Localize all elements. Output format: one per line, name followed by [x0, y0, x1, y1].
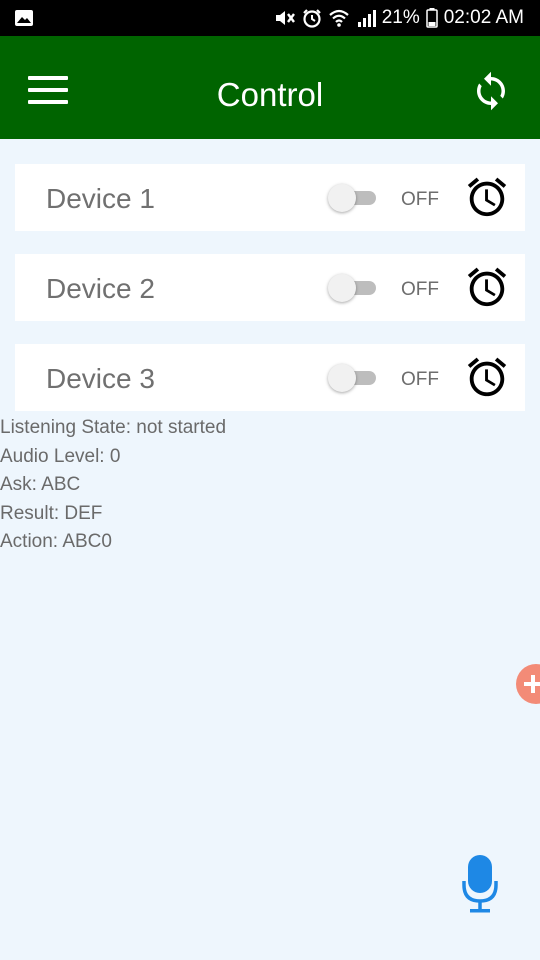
status-bar: 21% 02:02 AM	[0, 0, 540, 36]
voice-status-panel: Listening State: not started Audio Level…	[0, 414, 226, 557]
device-name: Device 3	[46, 363, 155, 394]
alarm-clock-icon	[302, 9, 321, 28]
device-state-label: OFF	[401, 189, 439, 210]
device-card-2: Device 2 OFF	[15, 254, 525, 321]
floating-assist-button[interactable]	[516, 664, 540, 704]
sync-icon[interactable]	[470, 70, 512, 112]
page-title: Control	[216, 76, 324, 113]
listening-state: Listening State: not started	[0, 417, 227, 438]
app-bar: Control	[0, 36, 540, 139]
clock-time: 02:02 AM	[443, 7, 524, 28]
alarm-clock-icon[interactable]	[464, 354, 510, 400]
action-text: Action: ABC0	[0, 531, 112, 552]
device-state-label: OFF	[401, 369, 439, 390]
audio-level: Audio Level: 0	[0, 445, 121, 467]
mute-icon	[275, 11, 295, 25]
ask-text: Ask: ABC	[0, 474, 81, 495]
device-card-3: Device 3 OFF	[15, 344, 525, 411]
battery-percent: 21%	[381, 7, 420, 28]
alarm-clock-icon[interactable]	[464, 264, 510, 310]
device-name: Device 1	[46, 183, 155, 214]
status-icons: 21% 02:02 AM	[274, 0, 524, 36]
device-card-1: Device 1 OFF	[15, 164, 525, 231]
battery-icon	[425, 8, 438, 28]
device-name: Device 2	[46, 273, 155, 304]
device-3-toggle[interactable]	[328, 364, 378, 392]
image-icon	[15, 10, 33, 26]
signal-icon	[357, 10, 376, 27]
device-1-toggle[interactable]	[328, 184, 378, 212]
plus-icon	[524, 675, 540, 693]
wifi-icon	[328, 9, 349, 27]
microphone-icon[interactable]	[462, 855, 498, 913]
device-state-label: OFF	[401, 279, 439, 300]
result-text: Result: DEF	[0, 502, 103, 524]
device-2-toggle[interactable]	[328, 274, 378, 302]
alarm-clock-icon[interactable]	[464, 174, 510, 220]
